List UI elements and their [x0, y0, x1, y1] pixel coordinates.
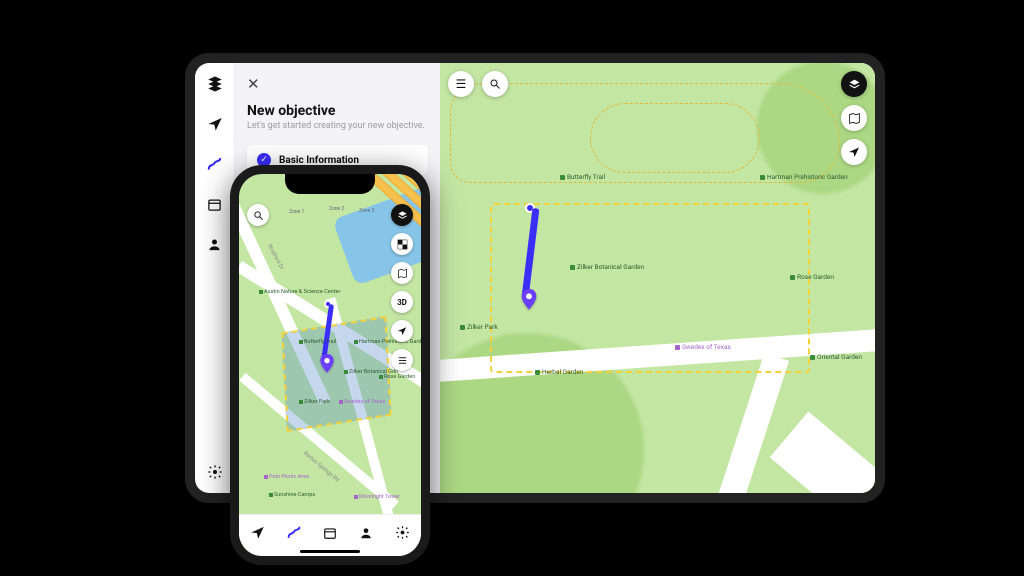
close-icon[interactable]: ✕	[247, 75, 260, 93]
locate-icon[interactable]	[391, 320, 413, 342]
tablet-map[interactable]: Butterfly Trail Hartman Prehistoric Gard…	[440, 63, 875, 493]
phone-notch	[285, 174, 375, 194]
list-icon[interactable]	[391, 349, 413, 371]
tab-calendar[interactable]	[320, 523, 340, 543]
search-icon[interactable]	[482, 71, 508, 97]
zone-label: Zone 2	[329, 206, 344, 212]
poi-swedes: Swedes of Texas	[675, 343, 731, 351]
navigate-icon[interactable]	[204, 113, 226, 135]
poi-oriental: Oriental Garden	[810, 353, 862, 361]
tab-route[interactable]	[284, 523, 304, 543]
poi-rose: Rose Garden	[790, 273, 834, 281]
tab-profile[interactable]	[356, 523, 376, 543]
poi-hartman: Hartman Prehistoric Garden	[760, 173, 848, 181]
flag-icon[interactable]	[391, 233, 413, 255]
settings-icon[interactable]	[204, 461, 226, 483]
poi-herbal: Herbal Garden	[535, 368, 583, 376]
section-label: Basic Information	[279, 155, 359, 166]
poi-butterfly: Butterfly Trail	[299, 339, 336, 345]
locate-icon[interactable]	[841, 139, 867, 165]
zone-label: Zone 3	[359, 208, 374, 214]
map-mode-icon[interactable]	[391, 262, 413, 284]
phone-tabbar	[239, 514, 421, 556]
poi-botanical: Zilker Botanical Garden	[570, 263, 644, 271]
search-icon[interactable]	[247, 204, 269, 226]
poi-swedes: Swedes of Texas	[339, 399, 385, 405]
poi-butterfly: Butterfly Trail	[560, 173, 605, 181]
calendar-icon[interactable]	[204, 193, 226, 215]
profile-icon[interactable]	[204, 233, 226, 255]
tablet-map-controls-left: ☰	[448, 71, 508, 97]
3d-toggle[interactable]: 3D	[391, 291, 413, 313]
tab-settings[interactable]	[393, 523, 413, 543]
phone-map-controls-right: 3D	[391, 204, 413, 371]
destination-pin-icon	[520, 289, 538, 307]
tablet-sidebar	[195, 63, 235, 493]
phone-device: Zone 1 Zone 2 Zone 3 Stratford Dr Barton…	[230, 165, 430, 565]
tab-navigate[interactable]	[247, 523, 267, 543]
layers-icon[interactable]	[841, 71, 867, 97]
poi-rose: Rose Garden	[379, 374, 415, 380]
poi-nature-center: Austin Nature & Science Center	[259, 289, 340, 295]
menu-icon[interactable]: ☰	[448, 71, 474, 97]
tablet-map-controls-right	[841, 71, 867, 165]
map-mode-icon[interactable]	[841, 105, 867, 131]
zone-label: Zone 1	[289, 209, 304, 215]
home-indicator	[300, 550, 360, 553]
poi-zilker: Zilker Park	[299, 399, 330, 405]
panel-subtitle: Let's get started creating your new obje…	[247, 121, 428, 131]
destination-pin-icon	[319, 354, 337, 372]
poi-moonlight: Moonlight Tower	[354, 494, 400, 500]
poi-zilker: Zilker Park	[460, 323, 498, 331]
map-trail	[590, 103, 760, 173]
route-icon[interactable]	[204, 153, 226, 175]
poi-picnic: Polo Picnic Area	[264, 474, 309, 480]
phone-map-controls-left	[247, 204, 269, 226]
phone-map[interactable]: Zone 1 Zone 2 Zone 3 Stratford Dr Barton…	[239, 174, 421, 556]
logo-icon	[204, 73, 226, 95]
objective-boundary	[490, 203, 810, 373]
layers-icon[interactable]	[391, 204, 413, 226]
panel-title: New objective	[247, 103, 428, 119]
poi-sunshine: Sunshine Camps	[269, 492, 315, 498]
